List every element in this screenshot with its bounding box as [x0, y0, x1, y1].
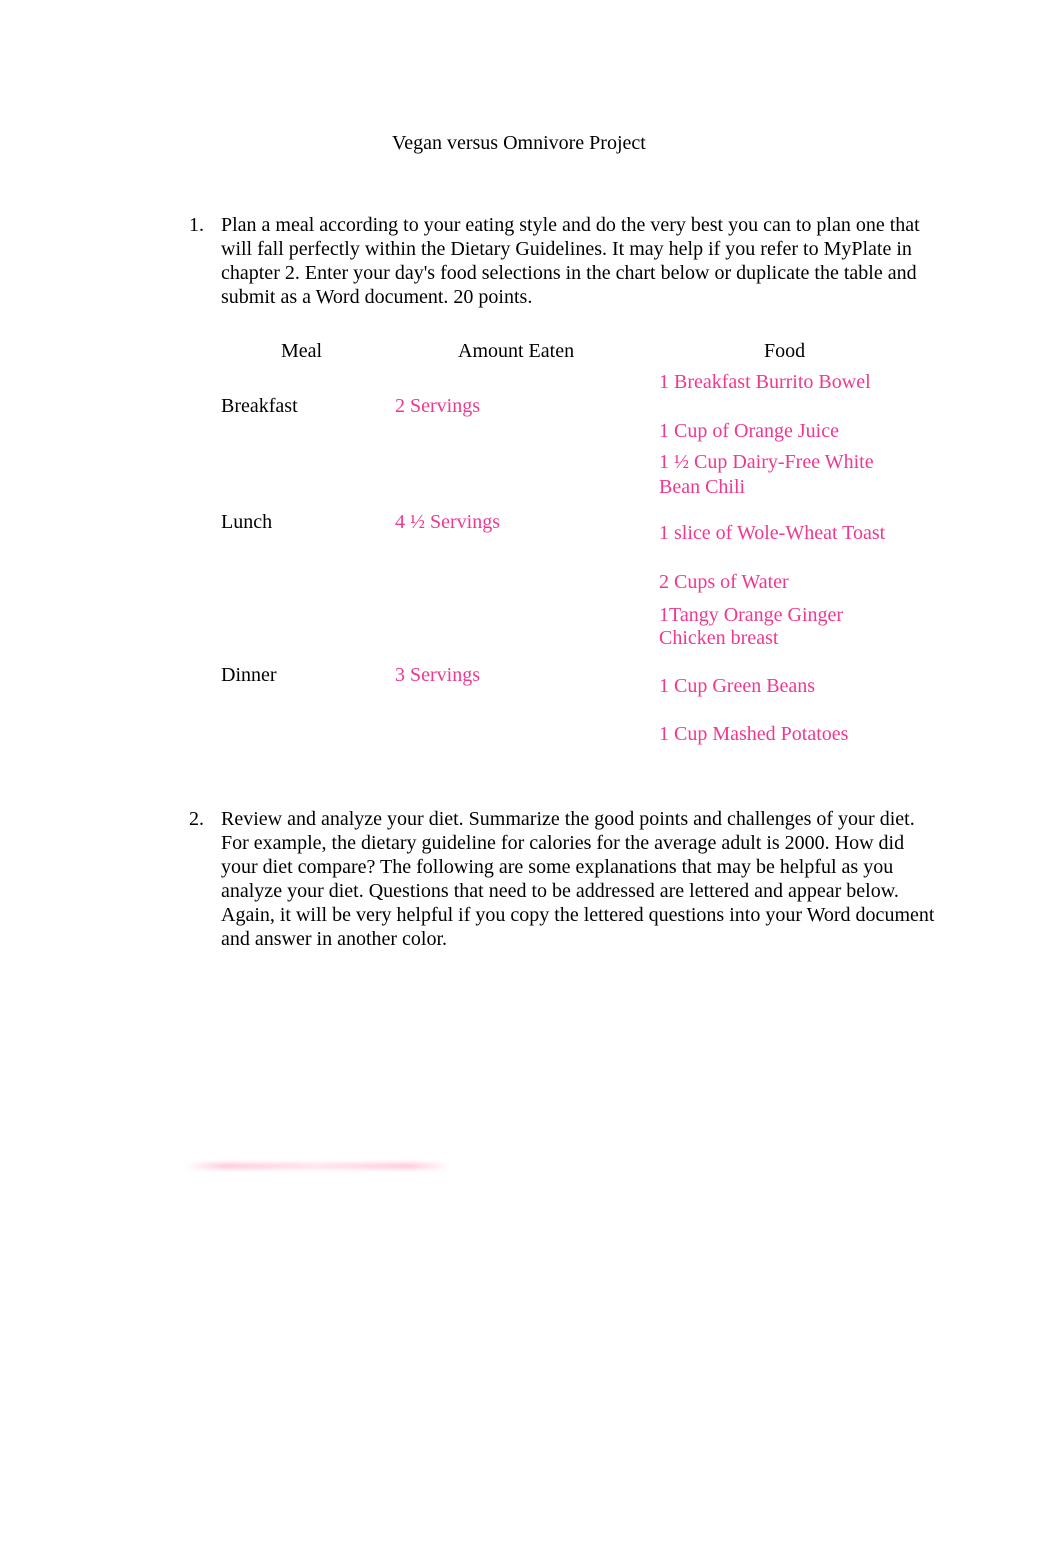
food-item: 1 Cup Green Beans: [659, 675, 816, 697]
item-2-text: Review and analyze your diet. Summarize …: [221, 808, 935, 950]
food-item: 1 Cup Mashed Potatoes: [659, 723, 849, 745]
blurred-content-line: [185, 1163, 450, 1169]
food-item: Chicken breast: [659, 627, 779, 649]
food-item: 2 Cups of Water: [659, 571, 789, 593]
header-meal: Meal: [281, 340, 323, 362]
food-item: 1 ½ Cup Dairy-Free White: [659, 451, 874, 473]
food-item: 1 Cup of Orange Juice: [659, 420, 839, 442]
food-item: 1 Breakfast Burrito Bowel: [659, 371, 871, 393]
item-2-number: 2.: [189, 808, 204, 830]
amount-dinner: 3 Servings: [395, 664, 480, 686]
food-item: 1 slice of Wole-Wheat Toast: [659, 522, 886, 544]
item-1-text: Plan a meal according to your eating sty…: [221, 214, 920, 308]
meal-dinner: Dinner: [221, 664, 277, 686]
food-item: Bean Chili: [659, 476, 746, 498]
food-item: 1Tangy Orange Ginger: [659, 604, 844, 626]
amount-lunch: 4 ½ Servings: [395, 511, 500, 533]
meal-breakfast: Breakfast: [221, 395, 298, 417]
meal-lunch: Lunch: [221, 511, 273, 533]
amount-breakfast: 2 Servings: [395, 395, 480, 417]
document-title: Vegan versus Omnivore Project: [392, 132, 646, 154]
header-food: Food: [764, 340, 806, 362]
header-amount-eaten: Amount Eaten: [458, 340, 575, 362]
item-1-number: 1.: [189, 214, 204, 236]
